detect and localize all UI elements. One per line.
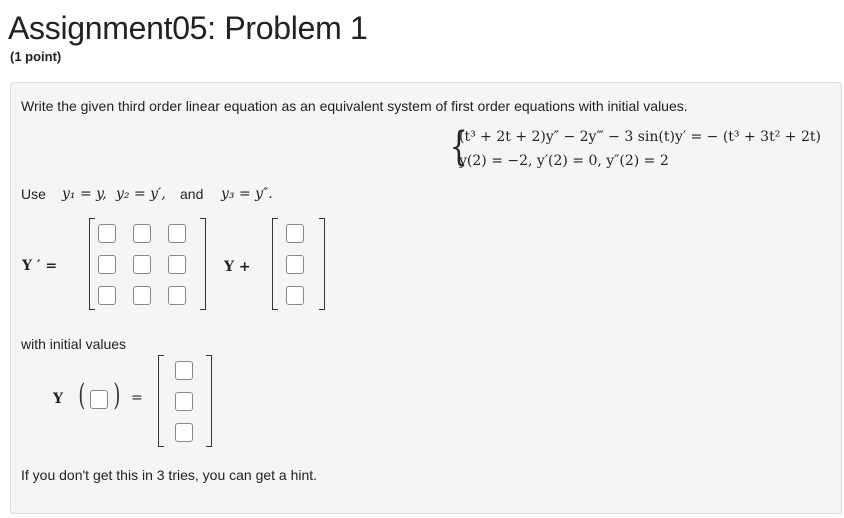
matrix-a23-input[interactable]	[168, 255, 186, 274]
y-text: Y	[53, 391, 63, 407]
matrix-a31-input[interactable]	[98, 286, 116, 305]
matrix-a11-input[interactable]	[98, 224, 116, 243]
matrix-a32-input[interactable]	[133, 286, 151, 305]
init-vector-c2-input[interactable]	[175, 392, 193, 411]
vector-left-bracket	[272, 218, 278, 310]
vector-b1-input[interactable]	[286, 224, 304, 243]
vector-right-bracket	[319, 218, 325, 310]
matrix-right-bracket	[200, 218, 206, 310]
matrix-a21-input[interactable]	[98, 255, 116, 274]
matrix-left-bracket	[89, 218, 95, 310]
matrix-a33-input[interactable]	[168, 286, 186, 305]
page-title: Assignment05: Problem 1	[8, 10, 368, 46]
vector-b3-input[interactable]	[286, 286, 304, 305]
substitution-y2: y₂ = y′,	[116, 186, 166, 202]
lhs-label: Y ′ =	[22, 258, 58, 274]
and-label: and	[180, 186, 204, 202]
init-vector-c3-input[interactable]	[175, 423, 193, 442]
equation-line-2: y(2) = −2, y′(2) = 0, y″(2) = 2	[459, 153, 669, 169]
matrix-a12-input[interactable]	[133, 224, 151, 243]
init-vector-right-bracket	[206, 355, 212, 447]
right-paren: )	[113, 378, 121, 413]
equation-line-1: (t³ + 2t + 2)y″ − 2y‴ − 3 sin(t)y′ = − (…	[459, 129, 821, 145]
substitution-y1: y₁ = y,	[62, 186, 107, 202]
hint-text: If you don't get this in 3 tries, you ca…	[21, 467, 318, 483]
left-paren: (	[78, 378, 86, 413]
use-label: Use	[21, 186, 46, 202]
initial-point-input[interactable]	[90, 390, 108, 409]
init-vector-left-bracket	[158, 355, 164, 447]
vector-b2-input[interactable]	[286, 255, 304, 274]
matrix-a22-input[interactable]	[133, 255, 151, 274]
initial-values-label: with initial values	[21, 336, 127, 352]
instruction-text: Write the given third order linear equat…	[21, 98, 688, 114]
equals-sign: =	[131, 390, 143, 406]
y-label: Y	[53, 390, 63, 407]
y-plus-label: Y +	[224, 258, 251, 275]
substitution-y3: y₃ = y″.	[221, 186, 273, 202]
matrix-a13-input[interactable]	[168, 224, 186, 243]
points-label: (1 point)	[10, 49, 62, 64]
y-plus-text: Y +	[224, 259, 251, 275]
init-vector-c1-input[interactable]	[175, 361, 193, 380]
